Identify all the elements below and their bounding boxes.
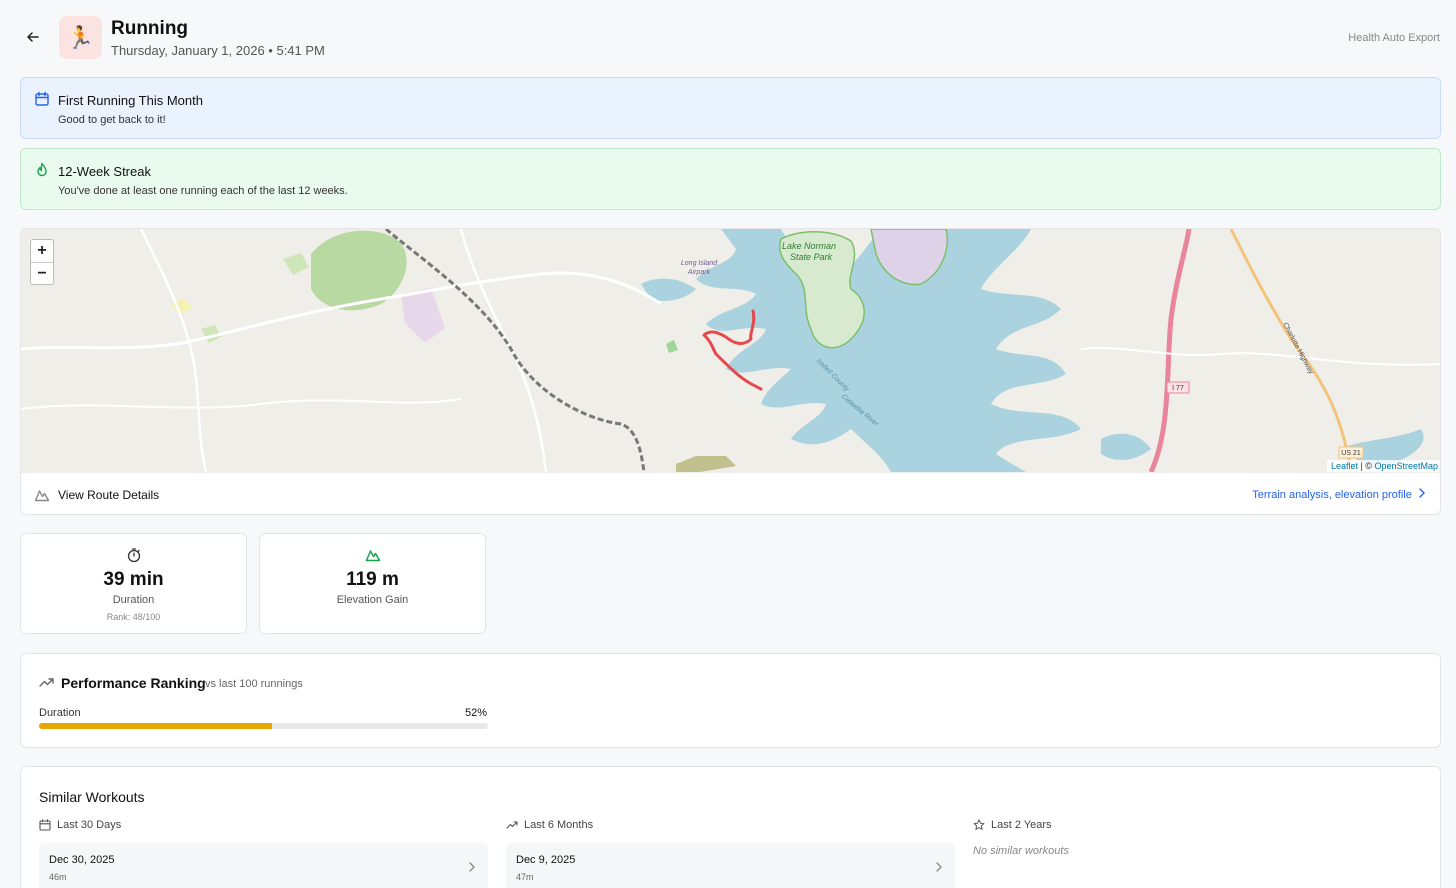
banner-title: 12-Week Streak <box>58 164 151 179</box>
svg-text:Airpark: Airpark <box>687 269 711 276</box>
chevron-right-icon <box>469 862 475 872</box>
route-map-card: Lake Norman State Park Long Island Airpa… <box>20 228 1441 515</box>
calendar-icon <box>39 819 51 831</box>
calendar-icon <box>35 91 49 106</box>
performance-title: Performance Ranking <box>61 675 206 691</box>
mountain-icon <box>365 550 381 562</box>
terrain-analysis-link[interactable]: Terrain analysis, elevation profile <box>1252 488 1426 501</box>
workout-duration: 46m <box>49 872 67 882</box>
flame-icon <box>37 162 47 177</box>
metric-percent: 52% <box>465 707 488 719</box>
elevation-stat-card: 119 m Elevation Gain <box>259 533 486 634</box>
attribution-separator: | © <box>1357 461 1375 471</box>
map-tiles: Lake Norman State Park Long Island Airpa… <box>21 229 1440 472</box>
stat-value: 119 m <box>346 569 399 590</box>
performance-ranking-card: Performance Ranking vs last 100 runnings… <box>20 653 1441 748</box>
back-button[interactable] <box>22 26 44 48</box>
openstreetmap-link[interactable]: OpenStreetMap <box>1374 461 1438 471</box>
svg-text:State Park: State Park <box>790 252 833 262</box>
similar-title: Similar Workouts <box>39 789 145 805</box>
route-details-row[interactable]: View Route Details Terrain analysis, ele… <box>21 472 1440 514</box>
page-subtitle: Thursday, January 1, 2026 • 5:41 PM <box>111 43 325 58</box>
similar-workout-item[interactable]: Dec 30, 2025 46m <box>39 843 488 888</box>
similar-workout-item[interactable]: Dec 9, 2025 47m <box>506 843 955 888</box>
column-heading: Last 6 Months <box>506 819 593 831</box>
first-run-banner: First Running This Month Good to get bac… <box>20 77 1441 139</box>
column-heading-text: Last 30 Days <box>57 819 122 831</box>
zoom-in-button[interactable]: + <box>31 240 53 262</box>
page-header: 🏃 Running Thursday, January 1, 2026 • 5:… <box>0 0 1456 76</box>
duration-stat-card: 39 min Duration Rank: 48/100 <box>20 533 247 634</box>
star-icon <box>973 819 985 830</box>
stat-rank: Rank: 48/100 <box>106 612 161 622</box>
route-map[interactable]: Lake Norman State Park Long Island Airpa… <box>21 229 1440 472</box>
column-heading: Last 2 Years <box>973 819 1052 831</box>
terrain-analysis-text: Terrain analysis, elevation profile <box>1252 489 1412 501</box>
stat-label: Elevation Gain <box>336 594 409 606</box>
column-heading: Last 30 Days <box>39 819 121 831</box>
similar-workouts-card: Similar Workouts Last 30 Days Dec 30, 20… <box>20 766 1441 888</box>
svg-text:I 77: I 77 <box>1172 385 1184 392</box>
page-title: Running <box>111 18 189 39</box>
progress-bar <box>39 723 488 729</box>
svg-text:US 21: US 21 <box>1341 450 1361 457</box>
workout-date: Dec 9, 2025 <box>516 854 576 866</box>
map-zoom-control: + − <box>30 239 54 285</box>
mountain-icon <box>34 490 50 502</box>
svg-text:Lake Norman: Lake Norman <box>782 241 836 251</box>
chevron-right-icon <box>936 862 942 872</box>
stat-value: 39 min <box>103 569 164 590</box>
trend-up-icon <box>39 678 54 687</box>
zoom-out-button[interactable]: − <box>31 262 53 284</box>
trend-up-icon <box>506 821 518 829</box>
no-similar-workouts: No similar workouts <box>973 845 1069 857</box>
banner-title: First Running This Month <box>58 93 203 108</box>
route-details-label: View Route Details <box>58 488 160 502</box>
map-attribution: Leaflet | © OpenStreetMap <box>1326 460 1440 472</box>
chevron-right-icon <box>1419 488 1425 498</box>
streak-banner: 12-Week Streak You've done at least one … <box>20 148 1441 210</box>
progress-bar-fill <box>39 723 273 729</box>
banner-text: You've done at least one running each of… <box>58 185 348 197</box>
leaflet-link[interactable]: Leaflet <box>1331 461 1358 471</box>
stat-label: Duration <box>112 594 155 606</box>
workout-duration: 47m <box>516 872 534 882</box>
arrow-left-icon <box>27 32 39 42</box>
column-heading-text: Last 6 Months <box>524 819 594 831</box>
banner-text: Good to get back to it! <box>58 114 166 126</box>
source-label: Health Auto Export <box>1348 32 1440 44</box>
metric-label: Duration <box>39 707 81 719</box>
stopwatch-icon <box>127 548 141 563</box>
column-heading-text: Last 2 Years <box>991 819 1052 831</box>
performance-subtitle: vs last 100 runnings <box>205 678 303 690</box>
workout-date: Dec 30, 2025 <box>49 854 115 866</box>
svg-text:Long Island: Long Island <box>681 260 718 267</box>
runner-icon: 🏃 <box>59 16 102 59</box>
